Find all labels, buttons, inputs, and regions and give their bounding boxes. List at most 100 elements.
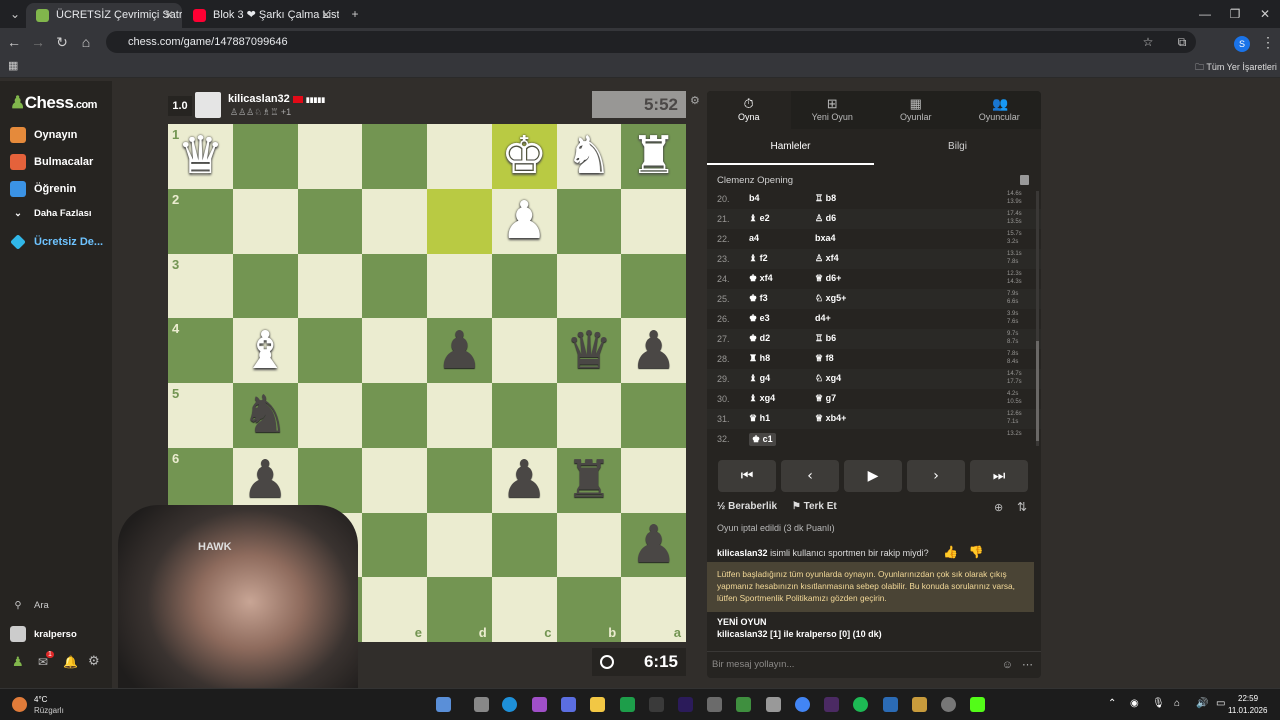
board-square[interactable] [362, 383, 427, 448]
sidebar-item-free-diamond[interactable]: Ücretsiz De... [10, 234, 103, 250]
network-icon[interactable]: ⌂ [1174, 698, 1180, 709]
sidebar-search[interactable]: ⚲ Ara [10, 600, 49, 611]
tray-icon[interactable]: ◉ [1130, 698, 1139, 709]
black-move[interactable]: d4+ [815, 313, 831, 323]
board-square[interactable] [232, 188, 298, 254]
board-square[interactable] [491, 318, 557, 383]
white-move[interactable]: ♝ xg4 [749, 393, 775, 404]
board-square[interactable]: ♛ [556, 318, 622, 383]
draw-button[interactable]: ½ Beraberlik [717, 501, 777, 512]
clock-date[interactable]: 11.01.2026 [1228, 706, 1267, 715]
menu-kebab-icon[interactable]: ⋮ [1256, 28, 1280, 56]
board-square[interactable]: ♟ [427, 318, 492, 383]
board-square[interactable] [491, 253, 557, 319]
white-move[interactable]: ♚ e3 [749, 313, 770, 324]
reload-icon[interactable]: ↻ [50, 28, 74, 56]
spotify-icon[interactable] [853, 697, 868, 712]
thumbs-up-icon[interactable]: 👍 [943, 545, 958, 559]
close-tab-icon[interactable]: ✕ [164, 3, 174, 28]
board-square[interactable]: ♟ [621, 318, 686, 383]
tab-chess[interactable]: ÜCRETSİZ Çevrimiçi Satranç Oy ✕ [26, 3, 182, 28]
all-bookmarks-folder[interactable]: 🗀 Tüm Yer İşaretleri [1195, 60, 1277, 76]
first-move-button[interactable]: ⏮ [718, 460, 776, 492]
sidebar-item-puzzles[interactable]: Bulmacalar [10, 154, 93, 170]
board-square[interactable] [362, 188, 427, 254]
copilot-icon[interactable] [561, 697, 576, 712]
black-pawn-icon[interactable]: ♟ [427, 318, 492, 383]
board-square[interactable]: ♟ [491, 188, 557, 254]
board-square[interactable]: 4 [168, 318, 233, 383]
add-player-icon[interactable]: ⊕ [994, 501, 1003, 514]
black-move[interactable]: ♙ xf4 [815, 253, 839, 264]
white-rook-icon[interactable]: ♜ [621, 124, 686, 189]
tab-moves[interactable]: Hamleler [707, 133, 874, 165]
board-square[interactable]: a [621, 577, 686, 642]
last-move-button[interactable]: ⏭ [970, 460, 1028, 492]
board-square[interactable]: d [427, 577, 492, 642]
minimize-button[interactable]: — [1190, 0, 1220, 28]
chrome-icon[interactable] [795, 697, 810, 712]
black-move[interactable]: ♖ b6 [815, 333, 836, 344]
board-square[interactable] [621, 447, 686, 513]
chess-logo[interactable]: ♟Chess.com [10, 93, 97, 113]
play-button[interactable]: ▶ [844, 460, 902, 492]
black-move[interactable]: bxa4 [815, 233, 836, 243]
black-move[interactable]: ♕ f8 [815, 353, 834, 364]
board-square[interactable]: ♝ [232, 318, 298, 383]
white-move[interactable]: a4 [749, 233, 759, 243]
resign-button[interactable]: ⚑ Terk Et [792, 501, 837, 512]
black-pawn-icon[interactable]: ♟ [233, 448, 298, 513]
board-square[interactable] [427, 188, 492, 254]
task-view-icon[interactable] [474, 697, 489, 712]
board-square[interactable] [556, 512, 622, 578]
maximize-button[interactable]: ❐ [1220, 0, 1250, 28]
white-queen-icon[interactable]: ♛ [168, 124, 233, 189]
prev-move-button[interactable]: ‹ [781, 460, 839, 492]
black-move[interactable]: ♘ xg5+ [815, 293, 846, 304]
taskbar-app-icon[interactable] [883, 697, 898, 712]
tab-games[interactable]: ▦ Oyunlar [874, 91, 958, 129]
board-square[interactable] [556, 253, 622, 319]
board-square[interactable] [297, 124, 363, 189]
white-king-icon[interactable]: ♚ [492, 124, 557, 189]
board-square[interactable] [556, 383, 622, 448]
edge-icon[interactable] [502, 697, 517, 712]
profile-avatar[interactable]: S [1230, 28, 1254, 56]
scrollbar-thumb[interactable] [1036, 341, 1039, 441]
board-square[interactable] [362, 253, 427, 319]
board-square[interactable]: e [362, 577, 427, 642]
bookmark-star-icon[interactable]: ☆ [1136, 28, 1160, 56]
forward-icon[interactable]: → [26, 28, 50, 56]
board-square[interactable]: 1 ♛ [168, 124, 233, 189]
friends-icon[interactable]: ♟ [12, 654, 24, 670]
board-square[interactable]: 5 [168, 383, 233, 448]
board-square[interactable] [621, 188, 686, 254]
settings-gear-icon[interactable]: ⚙ [88, 653, 100, 669]
black-move[interactable]: ♕ g7 [815, 393, 836, 404]
close-window-button[interactable]: ✕ [1250, 0, 1280, 28]
board-square[interactable]: 6 [168, 447, 233, 513]
next-move-button[interactable]: › [907, 460, 965, 492]
trash-icon[interactable] [1020, 175, 1029, 185]
board-square[interactable] [427, 253, 492, 319]
emoji-icon[interactable]: ☺ [1002, 652, 1013, 678]
board-square[interactable] [556, 188, 622, 254]
sidebar-item-learn[interactable]: Öğrenin [10, 181, 76, 197]
new-tab-button[interactable]: + [340, 0, 370, 28]
instagram-icon[interactable] [532, 697, 547, 712]
board-square[interactable] [427, 447, 492, 513]
taskbar-app-icon[interactable] [707, 697, 722, 712]
board-square[interactable] [621, 253, 686, 319]
black-pawn-icon[interactable]: ♟ [621, 513, 686, 578]
black-pawn-icon[interactable]: ♟ [621, 318, 686, 383]
board-square[interactable] [297, 383, 363, 448]
bell-icon[interactable]: 🔔 [63, 655, 78, 669]
black-rook-icon[interactable]: ♜ [557, 448, 622, 513]
white-pawn-icon[interactable]: ♟ [492, 189, 557, 254]
clock-time[interactable]: 22:59 [1238, 694, 1258, 703]
black-move[interactable]: ♘ xg4 [815, 373, 841, 384]
chat-input[interactable]: Bir mesaj yollayın... ☺ ⋯ [707, 651, 1041, 678]
white-move[interactable]: ♚ d2 [749, 333, 770, 344]
volume-icon[interactable]: 🔊 [1196, 698, 1208, 709]
board-square[interactable] [297, 188, 363, 254]
